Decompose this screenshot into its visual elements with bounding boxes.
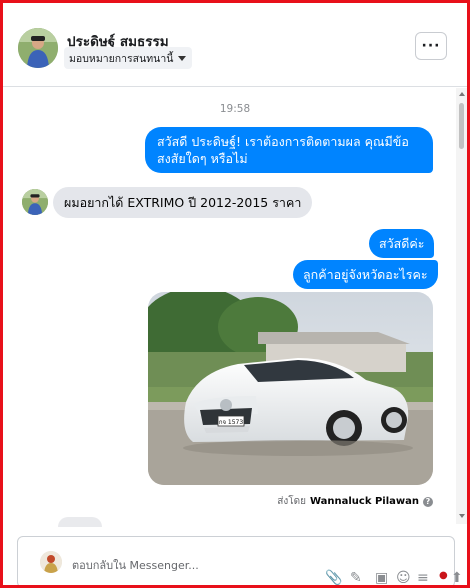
- like-icon[interactable]: ⬆: [451, 571, 463, 585]
- scroll-down-icon[interactable]: [459, 514, 465, 518]
- more-options-button[interactable]: ···: [415, 32, 447, 60]
- car-photo-attachment[interactable]: กจ 1573: [148, 292, 433, 485]
- saved-reply-icon[interactable]: ≡: [417, 571, 429, 585]
- next-message-bubble-partial: [58, 517, 102, 527]
- contact-avatar[interactable]: [18, 28, 58, 68]
- assign-conversation-dropdown[interactable]: มอบหมายการสนทนานี้: [64, 47, 193, 69]
- reply-composer: ตอบกลับใน Messenger... 📎 ✎ ▣ ☺ ≡ ● ⬆: [3, 527, 467, 588]
- car-photo-image: กจ 1573: [148, 292, 433, 485]
- gif-icon[interactable]: ▣: [375, 571, 388, 585]
- more-icon: ···: [421, 38, 441, 54]
- sent-by-label: ส่งโดย Wannaluck Pilawan ?: [277, 494, 433, 509]
- help-icon[interactable]: ?: [423, 496, 433, 507]
- contact-avatar-small: [22, 189, 48, 215]
- reply-input[interactable]: ตอบกลับใน Messenger...: [17, 536, 455, 588]
- notification-dot-icon: ●: [439, 570, 448, 581]
- caret-down-icon: [178, 55, 187, 61]
- sent-by-prefix: ส่งโดย: [277, 496, 306, 507]
- emoji-icon[interactable]: ☺: [396, 571, 411, 585]
- page-avatar: [40, 551, 62, 573]
- thread-scrollbar[interactable]: [456, 88, 467, 524]
- outgoing-message: สวัสดี ประดิษฐ์! เราต้องการติดตามผล คุณม…: [145, 127, 433, 173]
- conversation-header: ประดิษฐ์ สมธรรม มอบหมายการสนทนานี้ ···: [3, 3, 467, 87]
- message-timestamp: 19:58: [219, 103, 251, 115]
- outgoing-message: ลูกค้าอยู่จังหวัดอะไรคะ: [293, 260, 438, 289]
- license-plate: กจ 1573: [219, 419, 244, 426]
- attachment-icon[interactable]: 📎: [325, 571, 342, 585]
- outgoing-message: สวัสดีค่ะ: [369, 229, 435, 258]
- scroll-up-icon[interactable]: [459, 92, 465, 96]
- edit-icon[interactable]: ✎: [350, 571, 362, 585]
- assign-label: มอบหมายการสนทนานี้: [69, 52, 174, 65]
- sent-by-name: Wannaluck Pilawan: [309, 496, 419, 507]
- reply-placeholder: ตอบกลับใน Messenger...: [72, 559, 199, 572]
- incoming-message: ผมอยากได้ EXTRIMO ปี 2012-2015 ราคา: [53, 187, 313, 218]
